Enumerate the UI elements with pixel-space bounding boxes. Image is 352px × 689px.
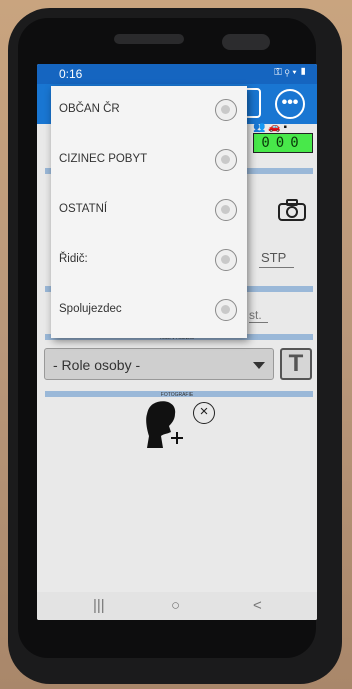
dropdown-option-label: OBČAN ČR [59,103,120,115]
radio-dot [221,305,230,314]
home-icon[interactable]: ○ [171,597,180,614]
phone-screen: 0:16 ⚿ ⚲ ▾ ▮ ••• 👥 🚗 ▪ 000 STP st. ROLE … [37,64,317,620]
stp-field[interactable]: STP [259,250,295,268]
radio-dot [221,205,230,214]
person-role-value: - Role osoby - [53,357,141,373]
dropdown-option-cizinec-pobyt[interactable]: CIZINEC POBYT [51,136,247,186]
person-type-dropdown: OBČAN ČR CIZINEC POBYT OSTATNÍ Řidič: Sp… [51,86,247,338]
add-photo-icon[interactable] [145,400,189,452]
radio-button[interactable] [215,199,237,221]
radio-button[interactable] [215,299,237,321]
dropdown-arrow-icon [253,362,265,369]
dropdown-option-ridic[interactable]: Řidič: [51,236,247,286]
header-category-icons: 👥 🚗 ▪ [253,122,288,133]
radio-button[interactable] [215,249,237,271]
camera-icon[interactable] [277,198,307,222]
radio-dot [221,105,230,114]
text-mode-button[interactable]: T [280,348,312,380]
back-icon[interactable]: < [253,597,262,614]
radio-dot [221,255,230,264]
dropdown-option-label: CIZINEC POBYT [59,153,148,165]
status-bar: 0:16 ⚿ ⚲ ▾ ▮ [37,64,317,84]
dropdown-option-spolujezdec[interactable]: Spolujezdec [51,286,247,336]
more-options-icon[interactable]: ••• [275,89,305,119]
earpiece-speaker [114,34,184,44]
dropdown-option-ostatni[interactable]: OSTATNÍ [51,186,247,236]
st-field[interactable]: st. [249,308,268,323]
status-icons: ⚿ ⚲ ▾ ▮ [274,67,307,78]
android-nav-bar: ||| ○ < [37,592,317,620]
recent-apps-icon[interactable]: ||| [93,597,105,614]
section-title-photo: FOTOGRAFIE [160,392,194,398]
persons-counter: 000 [253,133,313,153]
clear-photo-icon[interactable]: × [193,402,215,424]
dropdown-option-label: OSTATNÍ [59,203,108,215]
dropdown-option-obcan-cr[interactable]: OBČAN ČR [51,86,247,136]
front-camera-module [222,34,270,50]
radio-dot [221,155,230,164]
dropdown-option-label: Řidič: [59,253,88,265]
person-role-select[interactable]: - Role osoby - [44,348,274,380]
radio-button[interactable] [215,149,237,171]
dropdown-option-label: Spolujezdec [59,303,122,315]
radio-button[interactable] [215,99,237,121]
status-time: 0:16 [59,67,83,81]
